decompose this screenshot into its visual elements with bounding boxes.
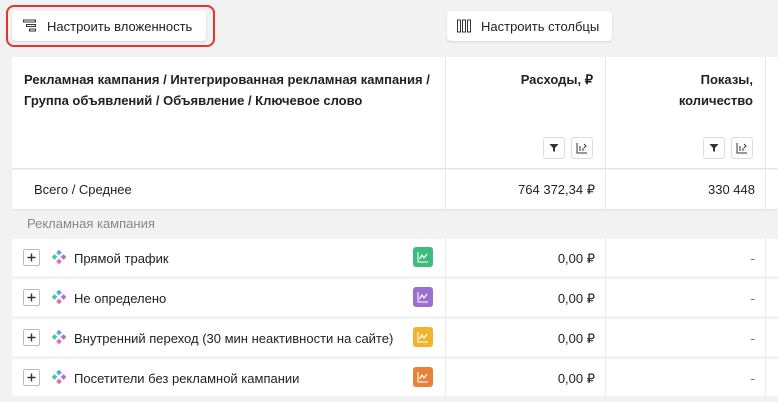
section-label: Рекламная кампания — [27, 216, 155, 231]
column-header-impressions-line2: количество — [678, 93, 753, 108]
row-label[interactable]: Посетители без рекламной кампании — [74, 371, 299, 386]
column-header-impressions[interactable]: Показы, количество — [605, 69, 753, 111]
expand-row-button[interactable] — [23, 289, 40, 306]
plus-icon — [27, 373, 36, 382]
columns-icon — [457, 19, 471, 33]
filter-icon — [709, 144, 719, 152]
impressions-chart-button[interactable] — [731, 137, 753, 159]
table-row[interactable]: Прямой трафик 0,00 ₽ - — [12, 239, 778, 276]
row-impressions: - — [750, 371, 755, 386]
plus-icon — [27, 293, 36, 302]
column-divider — [765, 170, 766, 209]
row-label[interactable]: Внутренний переход (30 мин неактивности … — [74, 331, 393, 346]
column-header-name: Рекламная кампания / Интегрированная рек… — [24, 72, 430, 108]
row-cost: 0,00 ₽ — [557, 251, 595, 266]
campaign-type-icon — [52, 370, 66, 384]
table-row[interactable]: Внутренний переход (30 мин неактивности … — [12, 319, 778, 356]
row-label[interactable]: Прямой трафик — [74, 251, 169, 266]
column-divider — [765, 279, 766, 316]
column-header-cost-label: Расходы, ₽ — [520, 72, 593, 87]
plus-icon — [27, 333, 36, 342]
table-row[interactable]: Не определено 0,00 ₽ - — [12, 279, 778, 316]
row-impressions: - — [750, 291, 755, 306]
total-label: Всего / Среднее — [34, 182, 132, 197]
configure-nesting-button[interactable]: Настроить вложенность — [12, 11, 206, 41]
chart-icon — [417, 292, 428, 303]
campaign-type-icon — [52, 330, 66, 344]
column-divider — [765, 359, 766, 396]
configure-columns-button[interactable]: Настроить столбцы — [447, 11, 612, 41]
chart-icon — [417, 372, 428, 383]
expand-row-button[interactable] — [23, 369, 40, 386]
row-chart-button[interactable] — [413, 287, 433, 307]
chart-sort-icon — [736, 143, 747, 154]
row-impressions: - — [750, 331, 755, 346]
row-cost: 0,00 ₽ — [557, 331, 595, 346]
column-divider — [765, 239, 766, 276]
row-chart-button[interactable] — [413, 367, 433, 387]
plus-icon — [27, 253, 36, 262]
configure-nesting-label: Настроить вложенность — [47, 18, 193, 34]
chart-sort-icon — [576, 143, 587, 154]
cost-filter-button[interactable] — [543, 137, 565, 159]
chart-icon — [417, 332, 428, 343]
column-divider — [765, 319, 766, 356]
table-header: Рекламная кампания / Интегрированная рек… — [12, 57, 778, 169]
row-chart-button[interactable] — [413, 247, 433, 267]
row-label[interactable]: Не определено — [74, 291, 166, 306]
nesting-icon — [23, 19, 36, 32]
expand-row-button[interactable] — [23, 249, 40, 266]
total-row: Всего / Среднее 764 372,34 ₽ 330 448 — [12, 170, 778, 209]
filter-icon — [549, 144, 559, 152]
campaign-type-icon — [52, 250, 66, 264]
expand-row-button[interactable] — [23, 329, 40, 346]
chart-icon — [417, 252, 428, 263]
row-impressions: - — [750, 251, 755, 266]
configure-columns-label: Настроить столбцы — [481, 18, 600, 34]
row-cost: 0,00 ₽ — [557, 291, 595, 306]
table-row[interactable]: Посетители без рекламной кампании 0,00 ₽ - — [12, 359, 778, 396]
column-header-impressions-line1: Показы, — [700, 72, 753, 87]
total-cost: 764 372,34 ₽ — [518, 182, 595, 197]
impressions-filter-button[interactable] — [703, 137, 725, 159]
column-header-cost[interactable]: Расходы, ₽ — [445, 69, 593, 90]
row-cost: 0,00 ₽ — [557, 371, 595, 386]
row-chart-button[interactable] — [413, 327, 433, 347]
cost-chart-button[interactable] — [571, 137, 593, 159]
campaign-type-icon — [52, 290, 66, 304]
total-impressions: 330 448 — [708, 182, 755, 197]
column-divider — [765, 57, 766, 169]
